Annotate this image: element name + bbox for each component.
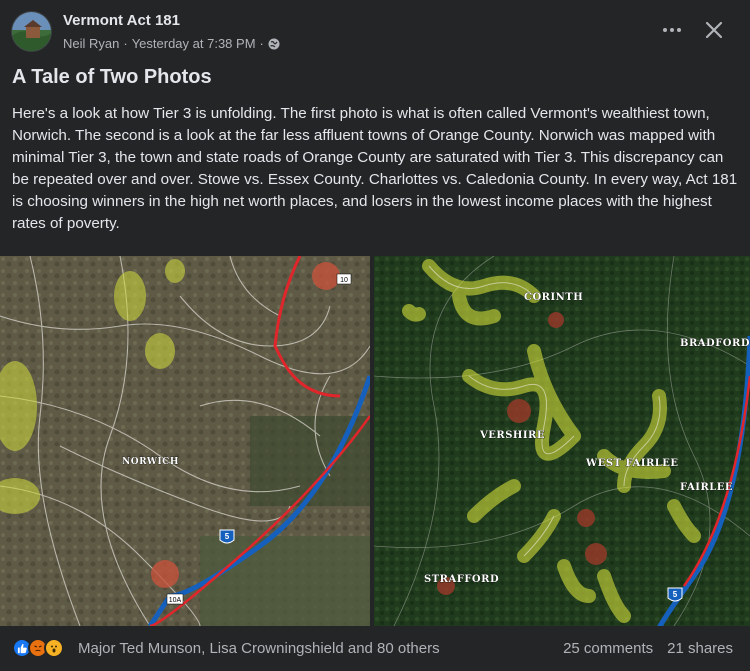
- meta-separator: ·: [259, 36, 264, 51]
- post-meta: Neil Ryan · Yesterday at 7:38 PM ·: [63, 36, 280, 51]
- group-avatar[interactable]: [11, 11, 52, 52]
- map-label-bradford: BRADFORD: [680, 338, 750, 349]
- shares-count[interactable]: 21 shares: [667, 640, 733, 657]
- group-name[interactable]: Vermont Act 181: [63, 12, 180, 29]
- more-options-icon: [663, 28, 681, 32]
- wow-reaction-icon: [44, 638, 64, 658]
- close-icon: [705, 21, 723, 39]
- post-title: A Tale of Two Photos: [12, 66, 212, 88]
- svg-text:5: 5: [225, 532, 230, 541]
- svg-text:10A: 10A: [169, 597, 182, 604]
- interstate-shield: 5: [219, 529, 235, 544]
- post-time[interactable]: Yesterday at 7:38 PM: [132, 36, 256, 51]
- photo-grid: NORWICH 5 10A 10 CORINTH BRADFORD VERSHI…: [0, 256, 750, 626]
- norwich-map-image: NORWICH 5 10A 10: [0, 256, 370, 626]
- post-stats: 25 comments 21 shares: [563, 640, 733, 657]
- post-header: Vermont Act 181 Neil Ryan · Yesterday at…: [0, 0, 750, 62]
- author-name[interactable]: Neil Ryan: [63, 36, 119, 51]
- photo-norwich-map[interactable]: NORWICH 5 10A 10: [0, 256, 370, 626]
- map-label-fairlee: FAIRLEE: [680, 482, 733, 493]
- route-shield-10a: 10A: [166, 593, 184, 605]
- globe-icon: [268, 38, 280, 50]
- comments-count[interactable]: 25 comments: [563, 640, 653, 657]
- interstate-shield: 5: [667, 587, 683, 602]
- map-label-west-fairlee: WEST FAIRLEE: [585, 458, 679, 469]
- svg-text:5: 5: [673, 590, 678, 599]
- meta-separator: ·: [123, 36, 128, 51]
- svg-text:10: 10: [340, 277, 348, 284]
- photo-orange-county-map[interactable]: CORINTH BRADFORD VERSHIRE WEST FAIRLEE F…: [374, 256, 750, 626]
- map-label-vershire: VERSHIRE: [479, 430, 545, 441]
- close-button[interactable]: [698, 14, 730, 46]
- orange-county-map-image: CORINTH BRADFORD VERSHIRE WEST FAIRLEE F…: [374, 256, 750, 626]
- route-shield-10: 10: [336, 273, 352, 285]
- reaction-names[interactable]: Major Ted Munson, Lisa Crowningshield an…: [78, 640, 440, 657]
- map-label-strafford: STRAFFORD: [424, 574, 499, 585]
- group-avatar-image: [12, 12, 51, 51]
- more-options-button[interactable]: [656, 16, 688, 44]
- map-label-corinth: CORINTH: [524, 292, 583, 303]
- reaction-icons[interactable]: [12, 638, 64, 658]
- post-body: Here's a look at how Tier 3 is unfolding…: [12, 105, 738, 232]
- post-footer: Major Ted Munson, Lisa Crowningshield an…: [0, 630, 750, 671]
- map-label-norwich: NORWICH: [122, 457, 179, 467]
